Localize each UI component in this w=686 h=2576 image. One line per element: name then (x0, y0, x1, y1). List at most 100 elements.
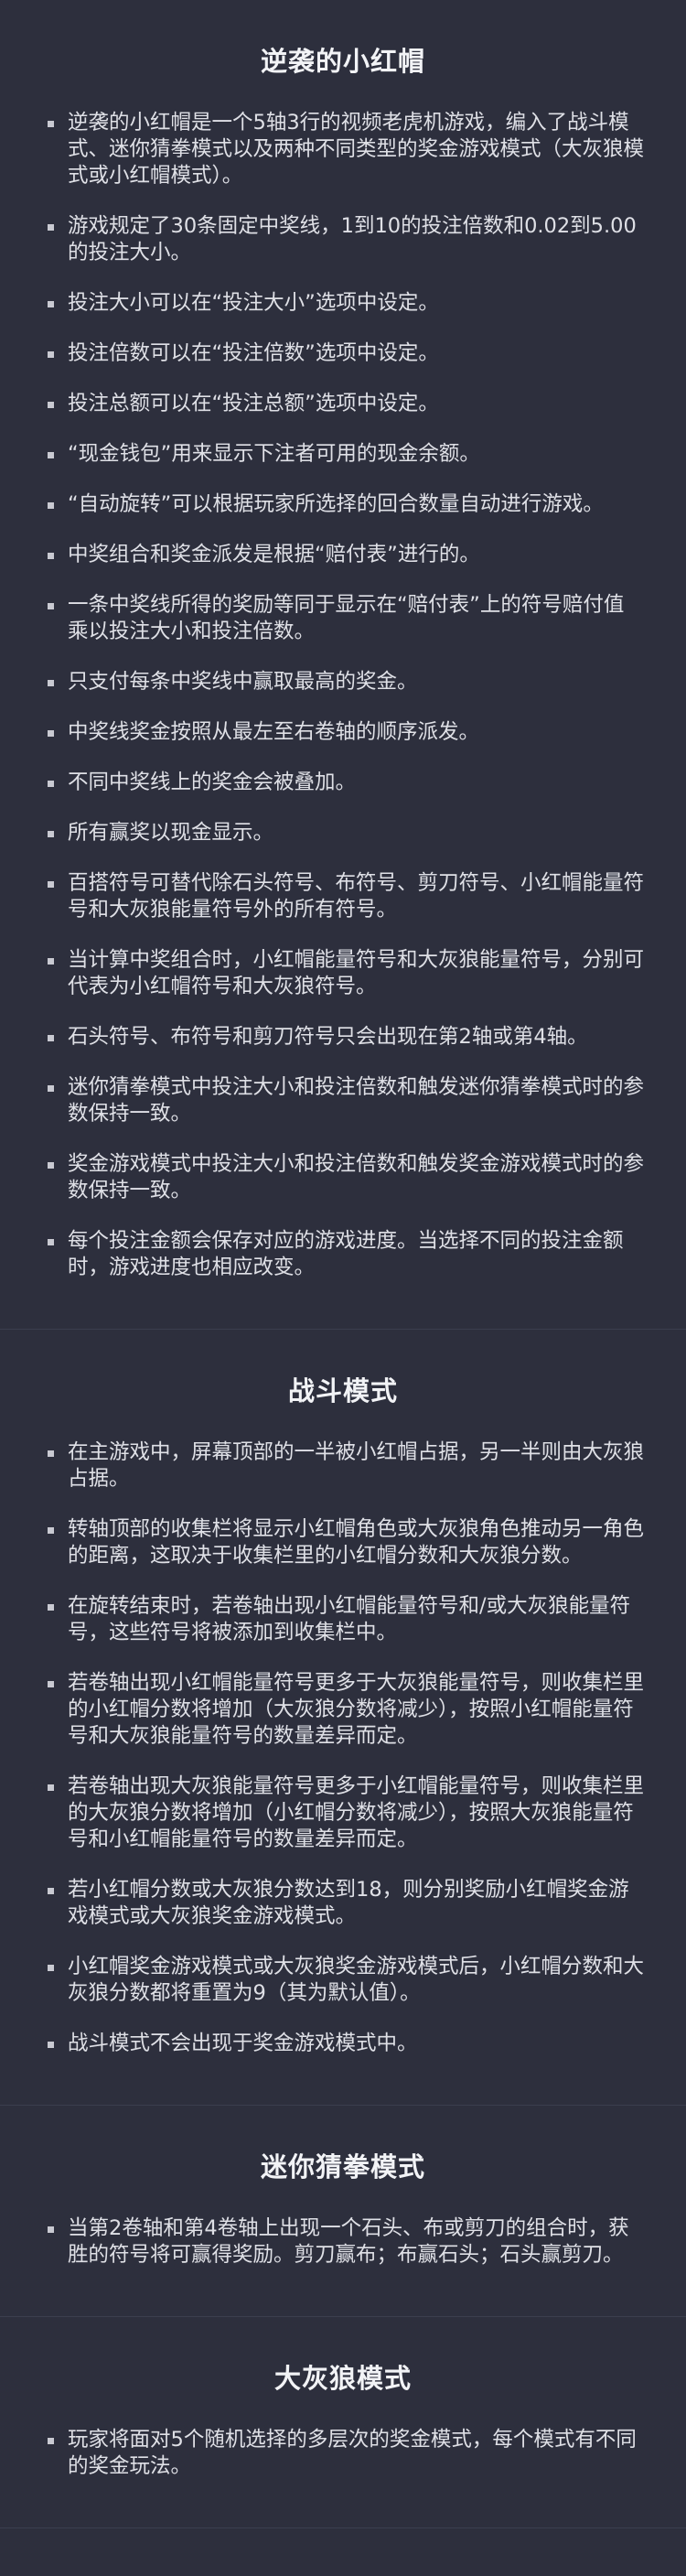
rule-item: 不同中奖线上的奖金会被叠加。 (48, 770, 644, 796)
bullet-icon (48, 502, 54, 509)
rule-item: 奖金游戏模式中投注大小和投注倍数和触发奖金游戏模式时的参数保持一致。 (48, 1151, 644, 1204)
bullet-icon (48, 351, 54, 358)
rule-item: 在主游戏中，屏幕顶部的一半被小红帽占据，另一半则由大灰狼占据。 (48, 1439, 644, 1493)
rules-list: 逆袭的小红帽是一个5轴3行的视频老虎机游戏，编入了战斗模式、迷你猜拳模式以及两种… (0, 110, 686, 1281)
bullet-icon (48, 1450, 54, 1457)
bullet-icon (48, 1162, 54, 1169)
bullet-icon (48, 831, 54, 837)
rules-section: 迷你猜拳模式当第2卷轴和第4卷轴上出现一个石头、布或剪刀的组合时，获胜的符号将可… (0, 2106, 686, 2317)
rule-item: 逆袭的小红帽是一个5轴3行的视频老虎机游戏，编入了战斗模式、迷你猜拳模式以及两种… (48, 110, 644, 189)
bullet-icon (48, 224, 54, 231)
section-title: 大灰狼模式 (273, 2363, 412, 2394)
rule-text: 投注大小可以在“投注大小”选项中设定。 (68, 291, 439, 315)
rule-text: 玩家将面对5个随机选择的多层次的奖金模式，每个模式有不同的奖金玩法。 (68, 2428, 637, 2478)
rule-item: 游戏规定了30条固定中奖线，1到10的投注倍数和0.02到5.00的投注大小。 (48, 213, 644, 266)
rule-text: 在旋转结束时，若卷轴出现小红帽能量符号和/或大灰狼能量符号，这些符号将被添加到收… (68, 1594, 631, 1644)
rule-item: 每个投注金额会保存对应的游戏进度。当选择不同的投注金额时，游戏进度也相应改变。 (48, 1228, 644, 1281)
rule-text: 若卷轴出现大灰狼能量符号更多于小红帽能量符号，则收集栏里的大灰狼分数将增加（小红… (68, 1774, 645, 1851)
rules-section: 战斗模式在主游戏中，屏幕顶部的一半被小红帽占据，另一半则由大灰狼占据。 转轴顶部的… (0, 1330, 686, 2106)
rule-item: 投注大小可以在“投注大小”选项中设定。 (48, 290, 644, 317)
bullet-icon (48, 301, 54, 307)
rule-item: 转轴顶部的收集栏将显示小红帽角色或大灰狼角色推动另一角色的距离，这取决于收集栏里… (48, 1516, 644, 1569)
rule-text: 逆袭的小红帽是一个5轴3行的视频老虎机游戏，编入了战斗模式、迷你猜拳模式以及两种… (68, 111, 645, 188)
rule-item: 一条中奖线所得的奖励等同于显示在“赔付表”上的符号赔付值乘以投注大小和投注倍数。 (48, 592, 644, 645)
bullet-icon (48, 1085, 54, 1092)
bullet-icon (48, 1681, 54, 1687)
rule-text: 投注倍数可以在“投注倍数”选项中设定。 (68, 341, 439, 365)
rules-section: 逆袭的小红帽逆袭的小红帽是一个5轴3行的视频老虎机游戏，编入了战斗模式、迷你猜拳… (0, 0, 686, 1330)
bullet-icon (48, 553, 54, 559)
rule-item: 在旋转结束时，若卷轴出现小红帽能量符号和/或大灰狼能量符号，这些符号将被添加到收… (48, 1593, 644, 1646)
rule-item: 若卷轴出现小红帽能量符号更多于大灰狼能量符号，则收集栏里的小红帽分数将增加（大灰… (48, 1670, 644, 1750)
bullet-icon (48, 680, 54, 686)
section-title: 迷你猜拳模式 (260, 2151, 425, 2183)
rule-text: 百搭符号可替代除石头符号、布符号、剪刀符号、小红帽能量符号和大灰狼能量符号外的所… (68, 871, 645, 922)
bullet-icon (48, 121, 54, 127)
rule-text: 不同中奖线上的奖金会被叠加。 (68, 771, 357, 794)
rule-text: 每个投注金额会保存对应的游戏进度。当选择不同的投注金额时，游戏进度也相应改变。 (68, 1229, 624, 1279)
rule-item: “自动旋转”可以根据玩家所选择的回合数量自动进行游戏。 (48, 491, 644, 518)
section-title: 战斗模式 (287, 1375, 398, 1407)
bullet-icon (48, 781, 54, 787)
rules-list: 当第2卷轴和第4卷轴上出现一个石头、布或剪刀的组合时，获胜的符号将可赢得奖励。剪… (0, 2215, 686, 2269)
rule-text: 一条中奖线所得的奖励等同于显示在“赔付表”上的符号赔付值乘以投注大小和投注倍数。 (68, 593, 625, 643)
rule-text: 战斗模式不会出现于奖金游戏模式中。 (68, 2032, 418, 2055)
bullet-icon (48, 1604, 54, 1611)
rules-section: 大灰狼模式玩家将面对5个随机选择的多层次的奖金模式，每个模式有不同的奖金玩法。 (0, 2317, 686, 2528)
bullet-icon (48, 1965, 54, 1971)
rule-item: 只支付每条中奖线中赢取最高的奖金。 (48, 669, 644, 695)
rule-item: 若卷轴出现大灰狼能量符号更多于小红帽能量符号，则收集栏里的大灰狼分数将增加（小红… (48, 1773, 644, 1853)
rule-item: 当计算中奖组合时，小红帽能量符号和大灰狼能量符号，分别可代表为小红帽符号和大灰狼… (48, 947, 644, 1000)
rule-text: 若小红帽分数或大灰狼分数达到18，则分别奖励小红帽奖金游戏模式或大灰狼奖金游戏模… (68, 1878, 629, 1928)
bullet-icon (48, 1035, 54, 1041)
rule-item: “现金钱包”用来显示下注者可用的现金余额。 (48, 441, 644, 468)
rules-page: 逆袭的小红帽逆袭的小红帽是一个5轴3行的视频老虎机游戏，编入了战斗模式、迷你猜拳… (0, 0, 686, 2528)
bullet-icon (48, 1888, 54, 1894)
rule-item: 当第2卷轴和第4卷轴上出现一个石头、布或剪刀的组合时，获胜的符号将可赢得奖励。剪… (48, 2215, 644, 2269)
rule-text: 石头符号、布符号和剪刀符号只会出现在第2轴或第4轴。 (68, 1025, 588, 1049)
bullet-icon (48, 603, 54, 609)
rule-text: 只支付每条中奖线中赢取最高的奖金。 (68, 670, 418, 694)
rule-item: 百搭符号可替代除石头符号、布符号、剪刀符号、小红帽能量符号和大灰狼能量符号外的所… (48, 870, 644, 923)
bullet-icon (48, 958, 54, 965)
rule-text: 迷你猜拳模式中投注大小和投注倍数和触发迷你猜拳模式时的参数保持一致。 (68, 1075, 645, 1126)
rule-text: “现金钱包”用来显示下注者可用的现金余额。 (68, 442, 480, 466)
section-title: 逆袭的小红帽 (260, 46, 425, 77)
rule-text: 奖金游戏模式中投注大小和投注倍数和触发奖金游戏模式时的参数保持一致。 (68, 1152, 645, 1202)
rule-text: 中奖组合和奖金派发是根据“赔付表”进行的。 (68, 543, 480, 566)
rules-list: 玩家将面对5个随机选择的多层次的奖金模式，每个模式有不同的奖金玩法。 (0, 2427, 686, 2480)
rule-text: 中奖线奖金按照从最左至右卷轴的顺序派发。 (68, 720, 480, 744)
rule-text: 当计算中奖组合时，小红帽能量符号和大灰狼能量符号，分别可代表为小红帽符号和大灰狼… (68, 948, 645, 998)
rule-text: “自动旋转”可以根据玩家所选择的回合数量自动进行游戏。 (68, 492, 604, 516)
bullet-icon (48, 881, 54, 888)
rule-text: 在主游戏中，屏幕顶部的一半被小红帽占据，另一半则由大灰狼占据。 (68, 1440, 645, 1491)
bullet-icon (48, 730, 54, 737)
bullet-icon (48, 402, 54, 408)
rule-item: 石头符号、布符号和剪刀符号只会出现在第2轴或第4轴。 (48, 1024, 644, 1051)
rule-item: 投注倍数可以在“投注倍数”选项中设定。 (48, 340, 644, 367)
rules-list: 在主游戏中，屏幕顶部的一半被小红帽占据，另一半则由大灰狼占据。 转轴顶部的收集栏将… (0, 1439, 686, 2057)
rule-text: 投注总额可以在“投注总额”选项中设定。 (68, 392, 439, 415)
bullet-icon (48, 2226, 54, 2233)
rule-item: 中奖线奖金按照从最左至右卷轴的顺序派发。 (48, 719, 644, 746)
rule-item: 迷你猜拳模式中投注大小和投注倍数和触发迷你猜拳模式时的参数保持一致。 (48, 1074, 644, 1127)
rule-text: 当第2卷轴和第4卷轴上出现一个石头、布或剪刀的组合时，获胜的符号将可赢得奖励。剪… (68, 2216, 629, 2267)
rule-item: 若小红帽分数或大灰狼分数达到18，则分别奖励小红帽奖金游戏模式或大灰狼奖金游戏模… (48, 1877, 644, 1930)
bullet-icon (48, 1784, 54, 1791)
rule-text: 小红帽奖金游戏模式或大灰狼奖金游戏模式后，小红帽分数和大灰狼分数都将重置为9（其… (68, 1955, 645, 2005)
rule-text: 转轴顶部的收集栏将显示小红帽角色或大灰狼角色推动另一角色的距离，这取决于收集栏里… (68, 1517, 645, 1568)
bullet-icon (48, 1527, 54, 1534)
rule-item: 中奖组合和奖金派发是根据“赔付表”进行的。 (48, 542, 644, 568)
rule-item: 所有赢奖以现金显示。 (48, 820, 644, 846)
rule-text: 若卷轴出现小红帽能量符号更多于大灰狼能量符号，则收集栏里的小红帽分数将增加（大灰… (68, 1671, 645, 1748)
bullet-icon (48, 2042, 54, 2048)
bullet-icon (48, 452, 54, 458)
rule-item: 战斗模式不会出现于奖金游戏模式中。 (48, 2031, 644, 2057)
rule-text: 所有赢奖以现金显示。 (68, 821, 274, 845)
rule-item: 小红帽奖金游戏模式或大灰狼奖金游戏模式后，小红帽分数和大灰狼分数都将重置为9（其… (48, 1954, 644, 2007)
rule-text: 游戏规定了30条固定中奖线，1到10的投注倍数和0.02到5.00的投注大小。 (68, 214, 637, 264)
rule-item: 玩家将面对5个随机选择的多层次的奖金模式，每个模式有不同的奖金玩法。 (48, 2427, 644, 2480)
bullet-icon (48, 1239, 54, 1245)
bullet-icon (48, 2438, 54, 2444)
rule-item: 投注总额可以在“投注总额”选项中设定。 (48, 391, 644, 417)
